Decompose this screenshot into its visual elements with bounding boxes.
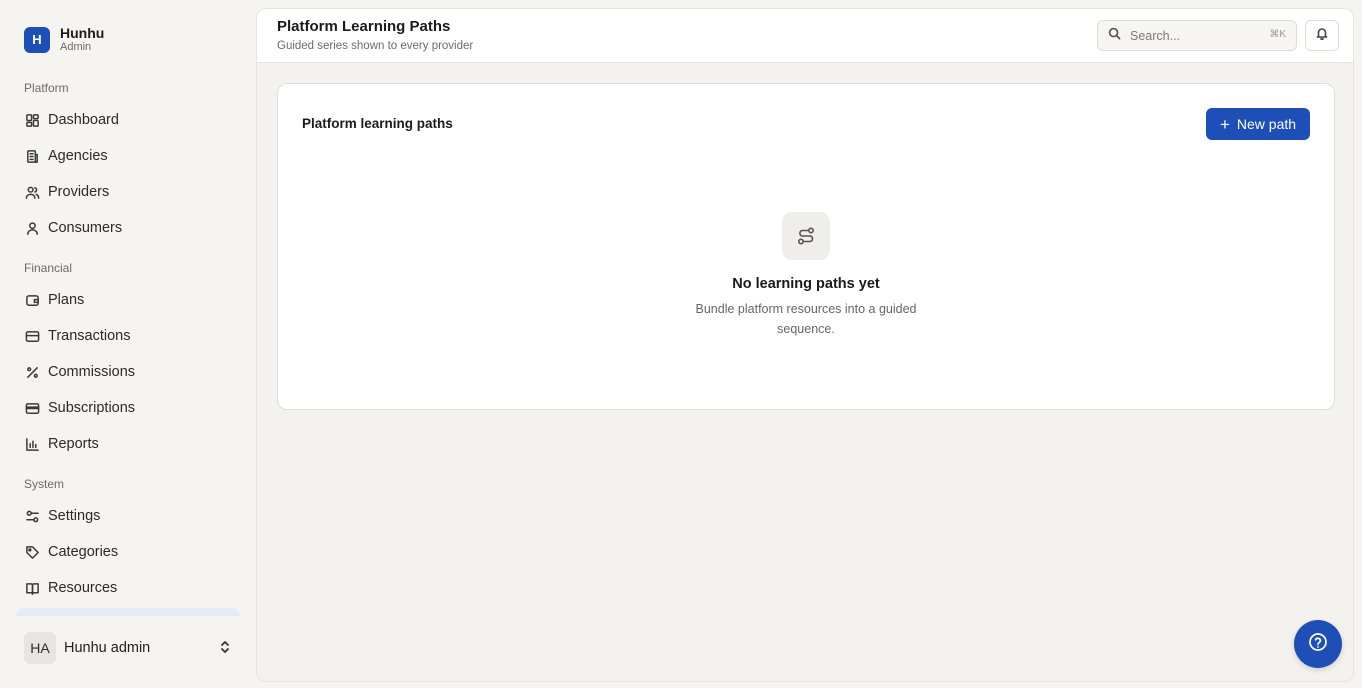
building-icon (24, 148, 40, 164)
brand-name: Hunhu (60, 25, 105, 41)
sidebar-item-settings[interactable]: Settings (16, 500, 240, 532)
sidebar-item-transactions[interactable]: Transactions (16, 320, 240, 352)
learning-paths-card: Platform learning paths + New path No le… (277, 83, 1335, 410)
sidebar-item-resources[interactable]: Resources (16, 572, 240, 604)
chevrons-up-down-icon (218, 640, 232, 659)
bell-icon (1315, 26, 1329, 45)
users-icon (24, 184, 40, 200)
sidebar-item-dashboard[interactable]: Dashboard (16, 104, 240, 136)
percent-icon (24, 364, 40, 380)
sidebar-item-label: Settings (48, 508, 101, 524)
sidebar-item-label: Agencies (48, 148, 108, 164)
sidebar-item-label: Transactions (48, 328, 131, 344)
sidebar-item-agencies[interactable]: Agencies (16, 140, 240, 172)
empty-state-title: No learning paths yet (732, 276, 880, 292)
sidebar-item-label: Resources (48, 580, 118, 596)
search-shortcut: ⌘K (1269, 29, 1286, 40)
section-label-platform: Platform (24, 81, 69, 95)
sidebar-item-plans[interactable]: Plans (16, 284, 240, 316)
search-input[interactable]: Search... ⌘K (1097, 20, 1297, 51)
tag-icon (24, 544, 40, 560)
user-name: Hunhu admin (64, 640, 151, 656)
help-button[interactable] (1294, 620, 1342, 668)
sidebar-item-reports[interactable]: Reports (16, 428, 240, 460)
help-icon (1308, 632, 1328, 657)
user-menu[interactable]: HA Hunhu admin (16, 616, 240, 680)
page-subtitle: Guided series shown to every provider (277, 40, 474, 52)
card-title: Platform learning paths (302, 116, 453, 131)
search-placeholder: Search... (1130, 28, 1181, 43)
sidebar-item-label: Commissions (48, 364, 136, 380)
new-path-label: New path (1236, 116, 1297, 132)
plus-icon: + (1219, 114, 1230, 134)
sidebar-item-label: Categories (48, 544, 119, 560)
sliders-icon (24, 508, 40, 524)
sidebar-item-commissions[interactable]: Commissions (16, 356, 240, 388)
sidebar-item-label: Plans (48, 292, 85, 308)
brand-role: Admin (60, 41, 92, 53)
sidebar-item-label: Subscriptions (48, 400, 136, 416)
book-icon (24, 580, 40, 596)
sidebar-item-label: Reports (48, 436, 99, 452)
card-icon (24, 400, 40, 416)
section-label-system: System (24, 477, 65, 491)
route-icon (782, 212, 830, 260)
page-title: Platform Learning Paths (277, 18, 451, 35)
topbar: Platform Learning Paths Guided series sh… (257, 9, 1353, 63)
empty-state-description: Bundle platform resources into a guided … (695, 302, 917, 336)
sidebar-item-categories[interactable]: Categories (16, 536, 240, 568)
notifications-button[interactable] (1305, 20, 1339, 51)
bar-chart-icon (24, 436, 40, 452)
sidebar: H Hunhu Admin Platform Dashboard Agencie… (0, 0, 256, 688)
sidebar-item-active-partial[interactable] (16, 608, 240, 616)
dashboard-icon (24, 112, 40, 128)
new-path-button[interactable]: + New path (1206, 108, 1310, 140)
search-icon (1108, 27, 1121, 45)
brand-logo: H (24, 26, 50, 53)
avatar: HA (24, 632, 56, 664)
sidebar-item-label: Consumers (48, 220, 123, 236)
sidebar-item-providers[interactable]: Providers (16, 176, 240, 208)
main-panel: Platform Learning Paths Guided series sh… (256, 8, 1354, 682)
user-icon (24, 220, 40, 236)
credit-card-icon (24, 328, 40, 344)
section-label-financial: Financial (24, 261, 73, 275)
brand[interactable]: H Hunhu Admin (24, 26, 104, 53)
sidebar-item-subscriptions[interactable]: Subscriptions (16, 392, 240, 424)
sidebar-item-label: Dashboard (48, 112, 119, 128)
sidebar-item-label: Providers (48, 184, 110, 200)
wallet-icon (24, 292, 40, 308)
sidebar-item-consumers[interactable]: Consumers (16, 212, 240, 244)
